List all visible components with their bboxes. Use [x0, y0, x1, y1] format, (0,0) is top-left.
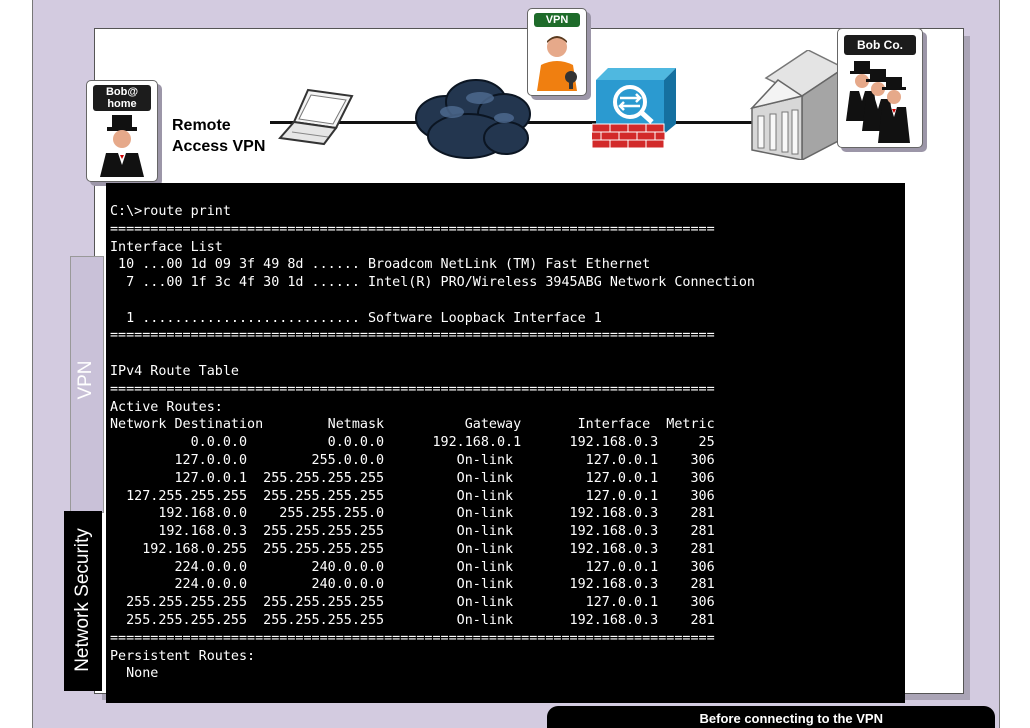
bob-home-label: Bob@ home: [93, 85, 151, 111]
terminal-line: ========================================…: [110, 630, 715, 646]
terminal-line: ========================================…: [110, 381, 715, 397]
terminal-line: 1 ........................... Software L…: [110, 310, 602, 326]
terminal-line: 224.0.0.0 240.0.0.0 On-link 127.0.0.1 30…: [110, 559, 715, 575]
laptop-icon: [278, 88, 354, 146]
terminal-line: ========================================…: [110, 328, 715, 344]
bob-home-card: Bob@ home: [86, 80, 158, 182]
connection-line: [270, 121, 830, 124]
terminal-line: Network Destination Netmask Gateway Inte…: [110, 417, 715, 433]
terminal-line: 192.168.0.255 255.255.255.255 On-link 19…: [110, 541, 715, 557]
employees-group-icon: [846, 61, 910, 143]
vpn-firewall-icon: [592, 68, 676, 149]
terminal-line: 127.0.0.0 255.0.0.0 On-link 127.0.0.1 30…: [110, 452, 715, 468]
bob-co-card: Bob Co.: [837, 28, 923, 148]
command-prompt-window: C:\>route print =========================…: [106, 183, 905, 703]
businessman-icon: [100, 115, 144, 177]
internet-cloud-icon: [415, 79, 531, 159]
side-tab-vpn-label: VPN: [75, 360, 96, 400]
vpn-badge: VPN: [534, 13, 580, 27]
terminal-line: ========================================…: [110, 221, 715, 237]
route-print-output: C:\>route print =========================…: [110, 203, 755, 683]
terminal-line: 192.168.0.0 255.255.255.0 On-link 192.16…: [110, 506, 715, 522]
terminal-line: Interface List: [110, 239, 223, 255]
terminal-line: 7 ...00 1f 3c 4f 30 1d ...... Intel(R) P…: [110, 275, 755, 291]
terminal-line: 192.168.0.3 255.255.255.255 On-link 192.…: [110, 524, 715, 540]
terminal-line: C:\>route print: [110, 204, 231, 219]
terminal-line: Active Routes:: [110, 399, 223, 415]
terminal-line: IPv4 Route Table: [110, 364, 239, 380]
vpn-user-icon: [537, 36, 577, 91]
terminal-line: 255.255.255.255 255.255.255.255 On-link …: [110, 612, 715, 628]
caption-text: Before connecting to the VPN: [699, 711, 883, 726]
remote-access-vpn-label: Remote Access VPN: [172, 117, 266, 155]
terminal-line: 10 ...00 1d 09 3f 49 8d ...... Broadcom …: [110, 257, 651, 273]
bob-co-label: Bob Co.: [844, 35, 916, 55]
terminal-line: Persistent Routes:: [110, 648, 256, 664]
terminal-line: 255.255.255.255 255.255.255.255 On-link …: [110, 595, 715, 611]
terminal-line: 0.0.0.0 0.0.0.0 192.168.0.1 192.168.0.3 …: [110, 435, 715, 451]
terminal-line: 127.0.0.1 255.255.255.255 On-link 127.0.…: [110, 470, 715, 486]
terminal-line: 127.255.255.255 255.255.255.255 On-link …: [110, 488, 715, 504]
caption-bar: Before connecting to the VPN: [547, 706, 995, 728]
vpn-user-card: VPN: [527, 8, 587, 96]
terminal-line: 224.0.0.0 240.0.0.0 On-link 192.168.0.3 …: [110, 577, 715, 593]
side-tab-network-security-label: Network Security: [72, 528, 93, 672]
terminal-line: None: [110, 666, 159, 682]
headquarters-building-icon: [749, 50, 846, 160]
